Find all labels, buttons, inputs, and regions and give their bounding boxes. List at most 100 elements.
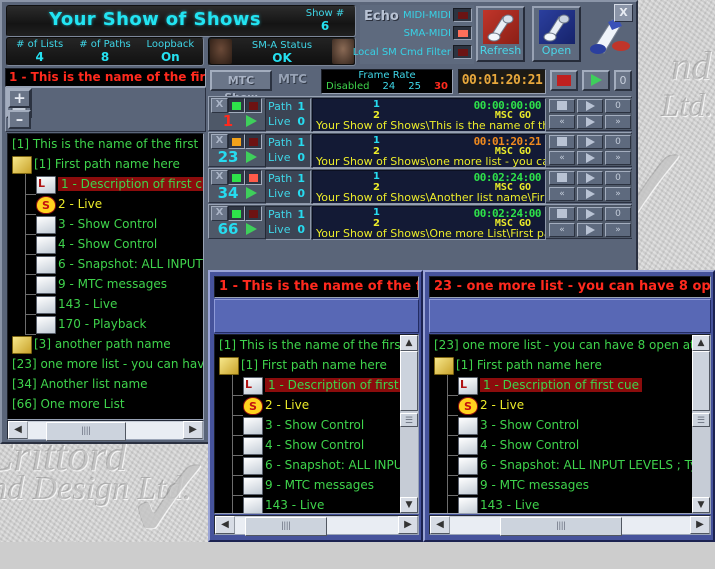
- tree-item[interactable]: 6 - Snapshot: ALL INPUT LEVELS: [8, 254, 203, 275]
- tree-item[interactable]: 1 - Description of first cue: [430, 375, 692, 396]
- cue-row[interactable]: X 1 Path 1 Live 0 1 00:00:00:00 2 MSC GO Your Show…: [208, 96, 632, 132]
- cue-prev-button[interactable]: «: [549, 151, 575, 165]
- scroll-right-button[interactable]: ▶: [398, 516, 418, 534]
- cue-next-button[interactable]: »: [605, 187, 631, 201]
- tree-item[interactable]: [34] Another list name: [8, 374, 203, 394]
- cue-status-indicator-a[interactable]: [228, 206, 245, 221]
- open-button[interactable]: Open: [532, 6, 581, 62]
- tree-item[interactable]: [1] This is the name of the first list: [215, 335, 418, 355]
- vscroll-thumb[interactable]: [692, 351, 710, 411]
- tree-item[interactable]: 3 - Show Control: [8, 214, 203, 235]
- cue-status-indicator-b[interactable]: [245, 134, 262, 149]
- echo-led-sma-midi[interactable]: [453, 26, 472, 40]
- echo-row-sma-midi[interactable]: SMA-MIDI: [404, 25, 472, 41]
- tree-item[interactable]: 143 - Live: [215, 495, 400, 513]
- cue-close-button[interactable]: X: [211, 206, 228, 221]
- cue-status-indicator-b[interactable]: [245, 206, 262, 221]
- tree-item[interactable]: 3 - Show Control: [215, 415, 400, 436]
- vscroll-thumb[interactable]: [400, 351, 418, 411]
- tree-item[interactable]: [23] one more list - you can have 8 open…: [430, 335, 710, 355]
- cue-play-button[interactable]: [246, 113, 257, 129]
- cue-play-button-2[interactable]: [577, 99, 603, 113]
- scroll-thumb[interactable]: ||||: [500, 516, 622, 536]
- cue-next-button[interactable]: »: [605, 151, 631, 165]
- tree-item[interactable]: [66] One more List: [8, 394, 203, 414]
- cue-status-indicator-b[interactable]: [245, 170, 262, 185]
- cue-status-indicator-b[interactable]: [245, 98, 262, 113]
- cue-go-button[interactable]: [577, 115, 603, 129]
- scroll-track[interactable]: ||||: [235, 516, 398, 536]
- tree-item[interactable]: 2 - Live: [215, 395, 400, 417]
- cue-prev-button[interactable]: «: [549, 187, 575, 201]
- cue-next-button[interactable]: »: [605, 223, 631, 237]
- cue-status-indicator-a[interactable]: [228, 134, 245, 149]
- tree-item[interactable]: 4 - Show Control: [215, 435, 400, 456]
- tree-item[interactable]: 1 - Description of first cue: [8, 174, 203, 195]
- list-window-1-tree[interactable]: [1] This is the name of the first list [1…: [214, 334, 419, 514]
- cue-zero-button[interactable]: 0: [605, 207, 631, 221]
- cue-play-button-2[interactable]: [577, 207, 603, 221]
- tree-item[interactable]: [23] one more list - you can have 8 open: [8, 354, 203, 374]
- list-window-1-hscrollbar[interactable]: ◀ |||| ▶: [214, 515, 419, 536]
- scroll-right-button[interactable]: ▶: [183, 421, 203, 439]
- list-window-2-tree[interactable]: [23] one more list - you can have 8 open…: [429, 334, 711, 514]
- cue-stop-button[interactable]: [549, 135, 575, 149]
- scroll-up-button[interactable]: ▲: [400, 335, 418, 351]
- scroll-right-button[interactable]: ▶: [690, 516, 710, 534]
- frame-rate-30[interactable]: 30: [434, 81, 448, 92]
- cue-play-button[interactable]: [246, 185, 257, 201]
- tree-item[interactable]: [1] First path name here: [8, 154, 203, 174]
- tree-item[interactable]: 9 - MTC messages: [215, 475, 400, 496]
- list-tree-hscrollbar[interactable]: ◀ |||| ▶: [7, 420, 204, 441]
- scroll-up-button[interactable]: ▲: [692, 335, 710, 351]
- cue-status-indicator-a[interactable]: [228, 98, 245, 113]
- list-window-2[interactable]: 23 - one more list - you can have 8 open…: [423, 270, 715, 542]
- cue-close-button[interactable]: X: [211, 170, 228, 185]
- cue-row[interactable]: X 34 Path 1 Live 0 1 00:02:24:00 2 MSC GO Your Sho…: [208, 168, 632, 204]
- play-all-button[interactable]: [582, 70, 610, 91]
- tree-item[interactable]: 9 - MTC messages: [430, 475, 692, 496]
- tree-item[interactable]: 2 - Live: [430, 395, 692, 417]
- stop-all-button[interactable]: [550, 70, 578, 91]
- scroll-left-button[interactable]: ◀: [215, 516, 235, 534]
- cue-prev-button[interactable]: «: [549, 115, 575, 129]
- stat-loopback[interactable]: Loopback On: [138, 38, 203, 65]
- tree-item[interactable]: 2 - Live: [8, 194, 203, 216]
- cue-next-button[interactable]: »: [605, 115, 631, 129]
- cue-close-button[interactable]: X: [211, 98, 228, 113]
- cue-zero-button[interactable]: 0: [605, 135, 631, 149]
- cue-row[interactable]: X 23 Path 1 Live 0 1 00:01:20:21 2 MSC GO Your Sho…: [208, 132, 632, 168]
- scroll-track[interactable]: ||||: [450, 516, 690, 536]
- tree-item[interactable]: 1 - Description of first cue: [215, 375, 418, 396]
- cue-status-indicator-a[interactable]: [228, 170, 245, 185]
- tree-item[interactable]: 170 - Playback: [8, 314, 203, 335]
- tree-item[interactable]: [3] another path name: [8, 334, 203, 354]
- frame-rate-24[interactable]: 24: [383, 81, 396, 92]
- frame-rate-25[interactable]: 25: [408, 81, 421, 92]
- scroll-thumb[interactable]: ||||: [245, 516, 327, 536]
- remove-button[interactable]: –: [8, 110, 31, 129]
- cue-play-button[interactable]: [246, 221, 257, 237]
- tree-item[interactable]: 4 - Show Control: [430, 435, 692, 456]
- echo-led-local-sm-cmd-filter[interactable]: [453, 45, 472, 59]
- cue-prev-button[interactable]: «: [549, 223, 575, 237]
- list-window-1[interactable]: 1 - This is the name of the first list […: [208, 270, 423, 542]
- scroll-down-button[interactable]: ▼: [692, 497, 710, 513]
- list-window-2-hscrollbar[interactable]: ◀ |||| ▶: [429, 515, 711, 536]
- frame-rate-display[interactable]: Frame Rate Disabled 24 25 30: [321, 69, 453, 94]
- echo-row-local-sm-cmd-filter[interactable]: Local SM Cmd Filter: [353, 44, 472, 60]
- list-window-2-toolbar[interactable]: [429, 299, 711, 333]
- cue-play-button[interactable]: [246, 149, 257, 165]
- add-button[interactable]: +: [8, 89, 31, 108]
- refresh-button[interactable]: Refresh: [476, 6, 525, 62]
- scroll-track[interactable]: ||||: [28, 421, 183, 441]
- tree-item[interactable]: 4 - Show Control: [8, 234, 203, 255]
- mtc-show-button[interactable]: MTC Show: [210, 70, 272, 104]
- list-window-2-vscrollbar[interactable]: ▲ ☰ ▼: [692, 335, 710, 513]
- tree-item[interactable]: 6 - Snapshot: ALL INPUT L: [215, 455, 418, 476]
- tree-item[interactable]: 143 - Live: [430, 495, 692, 513]
- vscroll-grip[interactable]: ☰: [400, 413, 418, 427]
- tree-item[interactable]: [1] This is the name of the first list: [8, 134, 203, 154]
- list-tree[interactable]: [1] This is the name of the first list [1…: [7, 133, 204, 420]
- scroll-left-button[interactable]: ◀: [8, 421, 28, 439]
